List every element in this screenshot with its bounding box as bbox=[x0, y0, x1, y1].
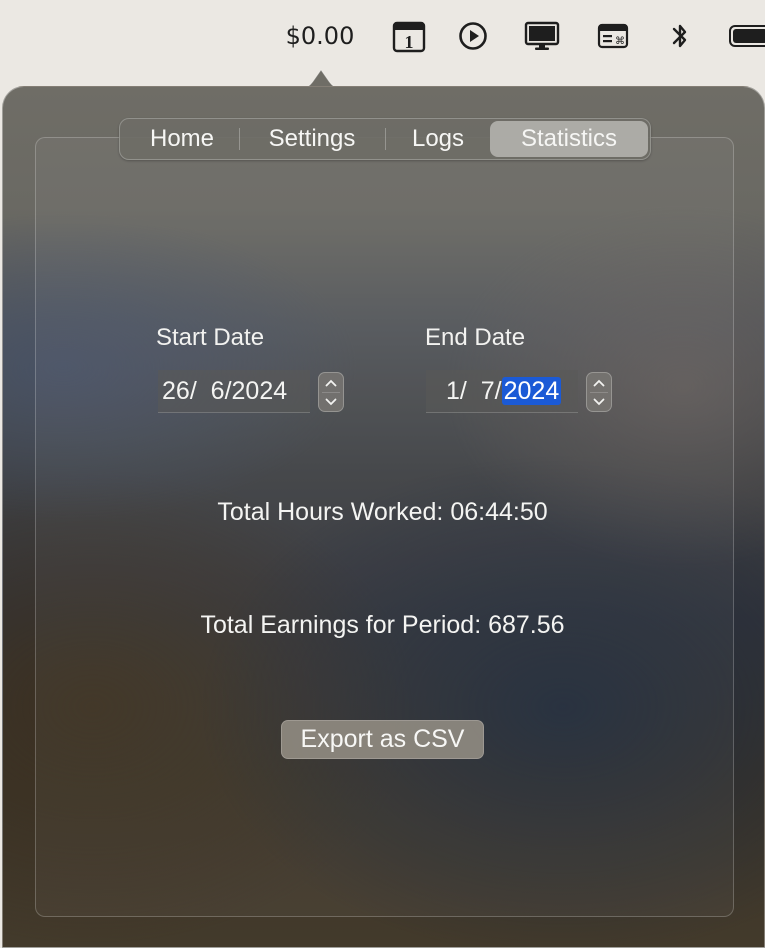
start-date-month[interactable]: 6 bbox=[211, 377, 225, 405]
keyboard-shortcut-icon[interactable]: ⌘ bbox=[596, 16, 630, 56]
display-icon[interactable] bbox=[522, 16, 562, 56]
tab-bar: Home Settings Logs Statistics bbox=[119, 118, 651, 160]
tab-statistics[interactable]: Statistics bbox=[490, 121, 648, 157]
calendar-day-number: 1 bbox=[405, 32, 414, 52]
tab-home[interactable]: Home bbox=[126, 119, 238, 159]
tab-divider bbox=[239, 128, 240, 150]
start-date-increment-button[interactable] bbox=[319, 373, 343, 392]
start-date-year[interactable]: 2024 bbox=[232, 377, 288, 405]
start-date-label: Start Date bbox=[156, 324, 265, 351]
total-hours-text: Total Hours Worked: 06:44:50 bbox=[217, 498, 548, 526]
statistics-popover: Home Settings Logs Statistics Start Date… bbox=[0, 60, 765, 948]
start-date-field[interactable]: 26/ 6/2024 bbox=[158, 370, 310, 413]
end-date-increment-button[interactable] bbox=[587, 373, 611, 392]
tab-logs[interactable]: Logs bbox=[388, 119, 488, 159]
end-date-label: End Date bbox=[425, 324, 526, 351]
bluetooth-icon[interactable] bbox=[666, 16, 694, 56]
tab-settings[interactable]: Settings bbox=[242, 119, 382, 159]
end-date-month[interactable]: 7 bbox=[481, 377, 495, 405]
chevron-up-icon bbox=[325, 379, 337, 386]
start-date-day[interactable]: 26 bbox=[158, 377, 190, 405]
end-date-stepper bbox=[586, 372, 612, 412]
tab-divider bbox=[385, 128, 386, 150]
earnings-status-item[interactable]: $0.00 bbox=[280, 18, 360, 54]
end-date-year[interactable]: 2024 bbox=[501, 377, 562, 405]
calendar-icon[interactable]: 1 bbox=[390, 16, 428, 56]
chevron-down-icon bbox=[593, 398, 605, 405]
end-date-field[interactable]: 1/ 7/2024 bbox=[426, 370, 578, 413]
svg-text:⌘: ⌘ bbox=[615, 36, 625, 47]
chevron-up-icon bbox=[593, 379, 605, 386]
end-date-day[interactable]: 1 bbox=[426, 377, 460, 405]
total-earnings-text: Total Earnings for Period: 687.56 bbox=[200, 611, 565, 639]
end-date-decrement-button[interactable] bbox=[587, 392, 611, 411]
start-date-stepper bbox=[318, 372, 344, 412]
export-csv-button[interactable]: Export as CSV bbox=[281, 720, 484, 759]
battery-icon[interactable] bbox=[728, 16, 765, 56]
chevron-down-icon bbox=[325, 398, 337, 405]
start-date-decrement-button[interactable] bbox=[319, 392, 343, 411]
play-icon[interactable] bbox=[456, 16, 490, 56]
